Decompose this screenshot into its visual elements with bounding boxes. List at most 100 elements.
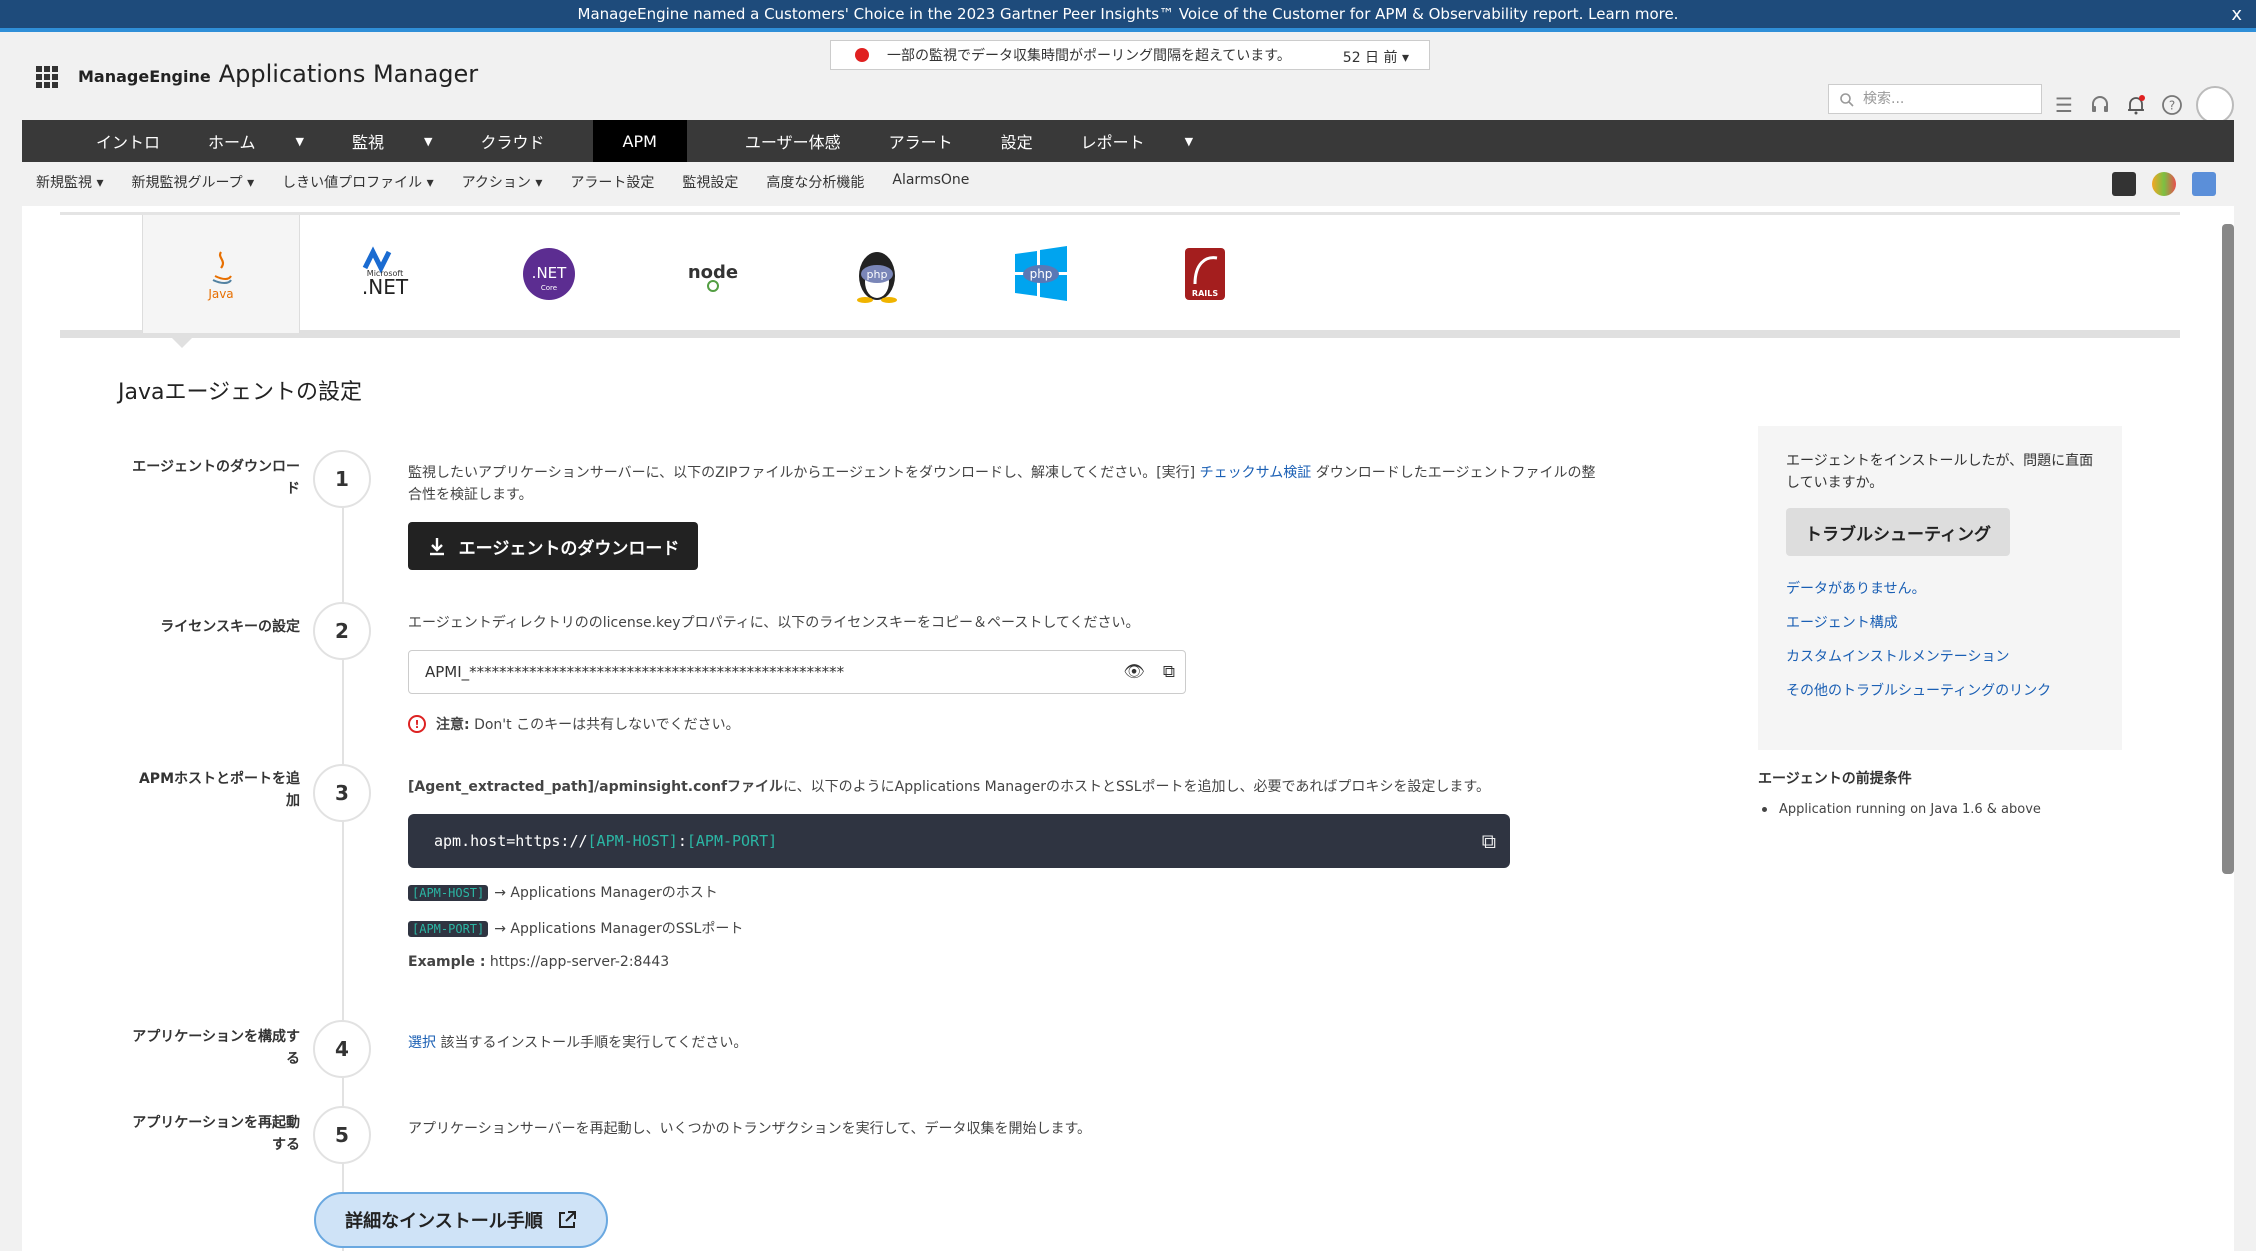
tab-php-linux[interactable]: php (798, 215, 956, 333)
banner-text[interactable]: ManageEngine named a Customers' Choice i… (578, 5, 1679, 23)
chevron-down-icon[interactable]: ▼ (296, 135, 304, 148)
step2-number: 2 (313, 602, 371, 660)
subnav-threshold-profile[interactable]: しきい値プロファイル ▾ (282, 172, 433, 192)
main-nav: イントロ ホーム ▼ 監視 ▼ クラウド APM ユーザー体感 アラート 設定 レポ… (22, 120, 2234, 162)
apps-grid-icon[interactable] (36, 66, 58, 88)
java-icon: Java (207, 251, 234, 301)
tab-java[interactable]: Java (142, 215, 300, 333)
link-agent-config[interactable]: エージェント構成 (1786, 612, 2094, 632)
search-input[interactable]: 検索... (1828, 84, 2042, 114)
nav-apm[interactable]: APM (592, 120, 687, 162)
copy-icon[interactable]: ⧉ (1482, 814, 1496, 868)
nav-intro[interactable]: イントロ (22, 120, 208, 162)
copy-icon[interactable]: ⧉ (1163, 651, 1175, 693)
step3-number: 3 (313, 764, 371, 822)
download-agent-button[interactable]: エージェントのダウンロード (408, 522, 698, 570)
select-link[interactable]: 選択 (408, 1035, 436, 1051)
help-icon[interactable]: ? (2160, 93, 2184, 117)
svg-text:?: ? (2169, 99, 2175, 113)
detailed-install-button[interactable]: 詳細なインストール手順 (314, 1192, 608, 1248)
step5-text: アプリケーションサーバーを再起動し、いくつかのトランザクションを実行して、データ… (408, 1121, 1092, 1137)
dotnet-core-icon: .NET Core (523, 248, 575, 300)
bell-icon[interactable] (2124, 93, 2148, 117)
svg-text:php: php (867, 268, 888, 281)
scrollbar[interactable] (2222, 224, 2234, 874)
content-panel: Java Microsoft .NET .NET Core node php p… (22, 206, 2234, 1251)
nav-alerts[interactable]: アラート (889, 120, 1001, 162)
nav-cloud[interactable]: クラウド (481, 120, 593, 162)
dotnet-icon: Microsoft .NET (362, 246, 409, 299)
eye-icon[interactable]: 👁 (1123, 651, 1145, 693)
code-snippet: apm.host=https://[APM-HOST]:[APM-PORT] ⧉ (408, 814, 1510, 868)
agent-tabs: Java Microsoft .NET .NET Core node php p… (60, 212, 2180, 338)
svg-text:php: php (1030, 267, 1053, 281)
help-links: データがありません。 エージェント構成 カスタムインストルメンテーション その他… (1786, 578, 2094, 700)
status-time[interactable]: 52 日 前 ▾ (1343, 47, 1409, 67)
nav-home[interactable]: ホーム ▼ (208, 120, 352, 162)
step1-number: 1 (313, 450, 371, 508)
nav-reports[interactable]: レポート ▼ (1081, 120, 1241, 162)
brand-small: ManageEngine (78, 67, 211, 86)
tab-php-windows[interactable]: php (962, 215, 1120, 333)
announcement-banner[interactable]: ManageEngine named a Customers' Choice i… (0, 0, 2256, 32)
subnav-actions[interactable]: アクション ▾ (462, 172, 543, 192)
tab-dotnet-core[interactable]: .NET Core (470, 215, 628, 333)
header-icons: ☰ ? (2052, 86, 2234, 124)
license-key-field[interactable]: APMI_***********************************… (408, 650, 1186, 694)
chevron-down-icon[interactable]: ▼ (1185, 135, 1193, 148)
warning-icon: ! (408, 715, 426, 733)
color-theme-icon[interactable] (2152, 172, 2176, 196)
nav-settings[interactable]: 設定 (1001, 120, 1081, 162)
rails-icon: RAILS (1185, 248, 1225, 300)
active-tab-pointer (168, 334, 196, 348)
link-no-data[interactable]: データがありません。 (1786, 578, 2094, 598)
step5-label: アプリケーションを再起動する (132, 1115, 300, 1153)
step4-number: 4 (313, 1020, 371, 1078)
step2-label: ライセンスキーの設定 (160, 619, 300, 635)
sub-toolbar-icons (2112, 172, 2216, 196)
link-other-troubleshooting[interactable]: その他のトラブルシューティングのリンク (1786, 680, 2094, 700)
nav-monitors[interactable]: 監視 ▼ (352, 120, 480, 162)
settings-icon[interactable] (2112, 172, 2136, 196)
help-panel: エージェントをインストールしたが、問題に直面していますか。 トラブルシューティン… (1758, 426, 2122, 750)
header: ManageEngine Applications Manager 一部の監視で… (0, 36, 2256, 124)
external-link-icon (558, 1211, 576, 1228)
prereq-item: Application running on Java 1.6 & above (1762, 802, 2041, 817)
subnav-monitor-settings[interactable]: 監視設定 (682, 172, 738, 192)
svg-text:Core: Core (541, 284, 557, 292)
print-icon[interactable] (2192, 172, 2216, 196)
search-icon (1839, 90, 1855, 118)
step3-label: APMホストとポートを追加 (138, 771, 300, 809)
sub-nav: 新規監視 ▾ 新規監視グループ ▾ しきい値プロファイル ▾ アクション ▾ ア… (36, 172, 969, 192)
subnav-alarmsone[interactable]: AlarmsOne (892, 172, 969, 192)
checksum-link[interactable]: チェックサム検証 (1200, 465, 1312, 481)
nav-user-experience[interactable]: ユーザー体感 (687, 120, 889, 162)
troubleshooting-button[interactable]: トラブルシューティング (1786, 508, 2010, 556)
php-linux-icon: php (857, 252, 897, 303)
tab-dotnet[interactable]: Microsoft .NET (306, 215, 464, 333)
chevron-down-icon[interactable]: ▼ (424, 135, 432, 148)
logo[interactable]: ManageEngine Applications Manager (78, 60, 478, 88)
link-custom-instrumentation[interactable]: カスタムインストルメンテーション (1786, 646, 2094, 666)
step3-text: [Agent_extracted_path]/apminsight.confファ… (408, 779, 1491, 795)
subnav-advanced-analytics[interactable]: 高度な分析機能 (766, 172, 864, 192)
avatar[interactable] (2196, 86, 2234, 124)
step1-label: エージェントのダウンロード (132, 459, 300, 497)
port-placeholder-row: [APM-PORT] → Applications ManagerのSSLポート (408, 918, 743, 938)
subnav-new-monitor[interactable]: 新規監視 ▾ (36, 172, 103, 192)
help-question: エージェントをインストールしたが、問題に直面していますか。 (1786, 453, 2094, 491)
tab-rails[interactable]: RAILS (1126, 215, 1284, 333)
tab-nodejs[interactable]: node (634, 215, 792, 333)
example-row: Example : https://app-server-2:8443 (408, 954, 670, 970)
menu-icon[interactable]: ☰ (2052, 93, 2076, 117)
license-note: ! 注意: Don't このキーは共有しないでください。 (408, 714, 740, 734)
alert-dot-icon (855, 48, 869, 62)
close-icon[interactable]: x (2231, 4, 2242, 25)
subnav-alert-settings[interactable]: アラート設定 (570, 172, 654, 192)
search-placeholder: 検索... (1863, 91, 1905, 107)
status-notification[interactable]: 一部の監視でデータ収集時間がポーリング間隔を超えています。 52 日 前 ▾ (830, 40, 1430, 70)
headset-icon[interactable] (2088, 93, 2112, 117)
subnav-new-monitor-group[interactable]: 新規監視グループ ▾ (131, 172, 254, 192)
status-text: 一部の監視でデータ収集時間がポーリング間隔を超えています。 (887, 48, 1291, 64)
license-key-value: APMI_***********************************… (425, 663, 845, 681)
